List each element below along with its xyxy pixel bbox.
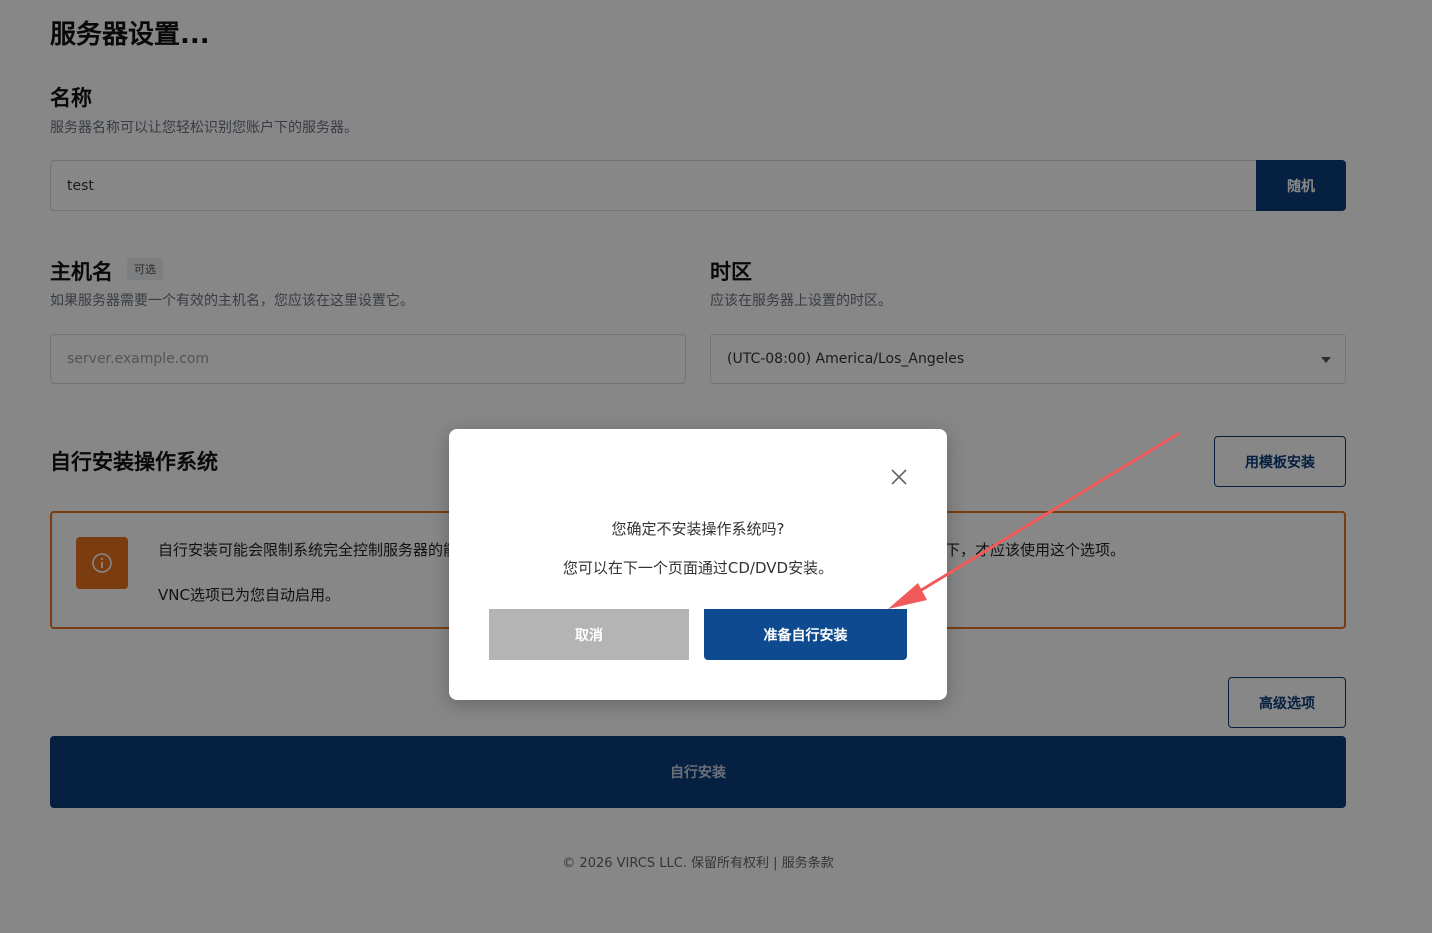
confirm-self-install-button[interactable]: 准备自行安装 (704, 609, 907, 660)
cancel-button[interactable]: 取消 (489, 609, 689, 660)
confirm-dialog: 您确定不安装操作系统吗? 您可以在下一个页面通过CD/DVD安装。 取消 准备自… (449, 429, 947, 700)
dialog-subtext: 您可以在下一个页面通过CD/DVD安装。 (562, 559, 834, 577)
dialog-question: 您确定不安装操作系统吗? (611, 520, 785, 538)
close-icon[interactable] (889, 467, 909, 487)
